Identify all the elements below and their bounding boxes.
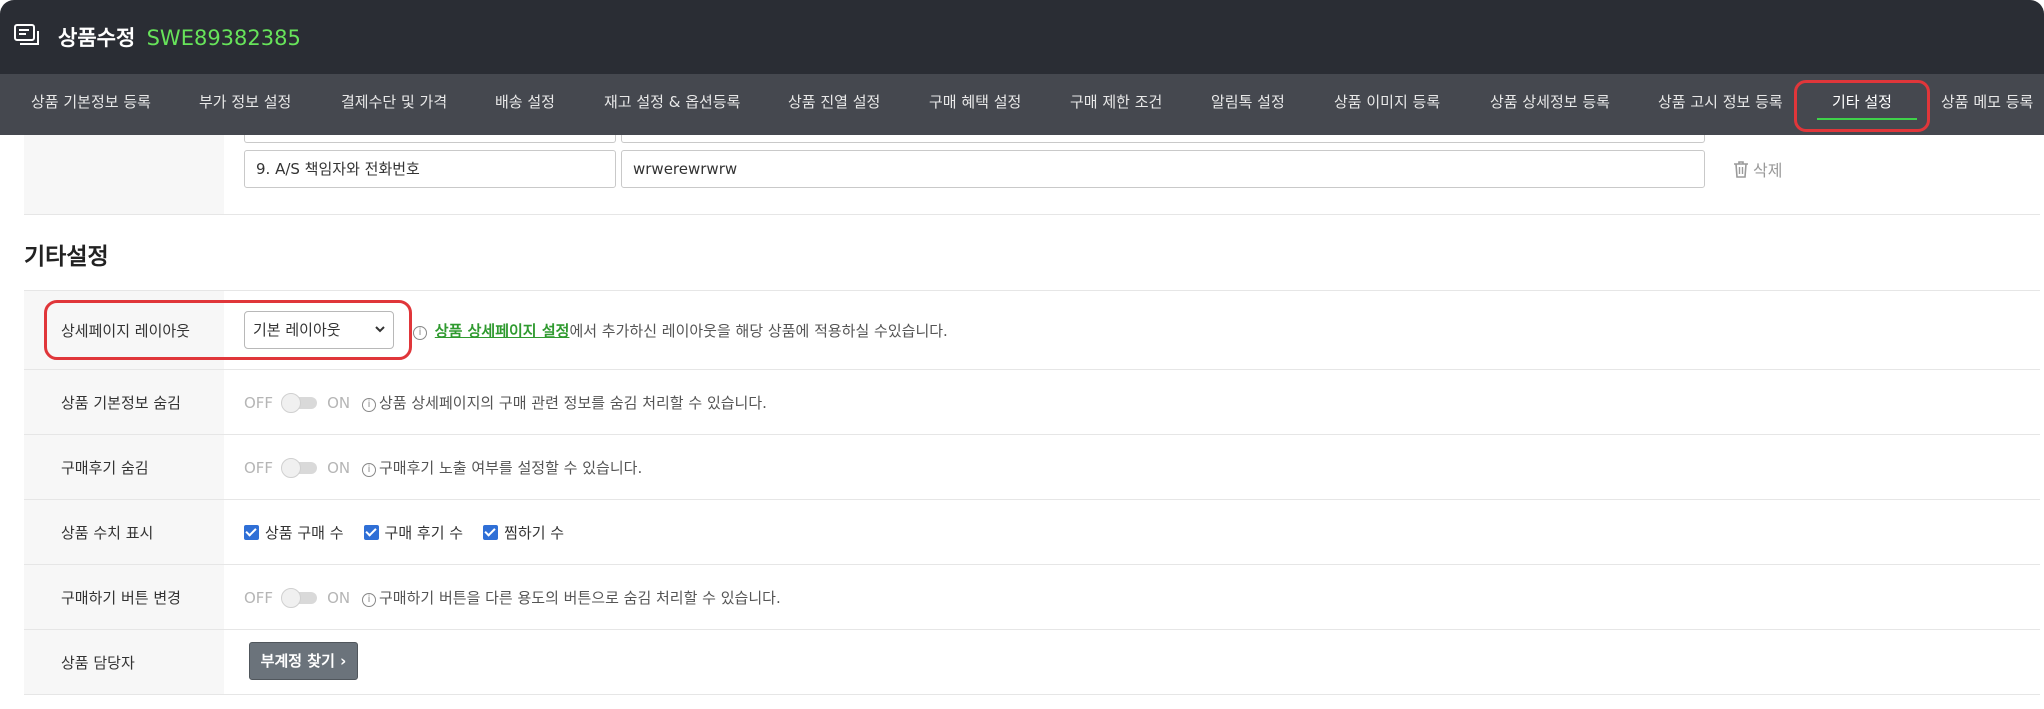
divider xyxy=(24,629,2040,630)
buy-button-toggle-group: OFF ON xyxy=(244,588,350,608)
tab-memo[interactable]: 상품 메모 등록 xyxy=(1941,74,2033,135)
notice-content-field[interactable]: wrwerewrwrw xyxy=(621,150,1705,188)
hide-basic-info-text: 상품 상세페이지의 구매 관련 정보를 숨김 처리할 수 있습니다. xyxy=(379,394,767,412)
info-icon: i xyxy=(413,326,427,340)
hide-basic-toggle[interactable] xyxy=(281,393,318,413)
partial-name-field xyxy=(244,135,616,143)
info-icon: i xyxy=(362,593,376,607)
tab-images[interactable]: 상품 이미지 등록 xyxy=(1334,74,1440,135)
check-label: 구매 후기 수 xyxy=(384,524,464,542)
tab-bar: 상품 기본정보 등록 부가 정보 설정 결제수단 및 가격 배송 설정 재고 설… xyxy=(0,74,2044,135)
page-title: 상품수정 SWE89382385 xyxy=(58,22,301,52)
hide-basic-info: i 상품 상세페이지의 구매 관련 정보를 숨김 처리할 수 있습니다. xyxy=(362,392,767,413)
tab-basic-info[interactable]: 상품 기본정보 등록 xyxy=(31,74,151,135)
hide-review-label: 구매후기 숨김 xyxy=(61,459,149,477)
toggle-knob xyxy=(281,393,302,413)
find-subaccount-button[interactable]: 부계정 찾기 › xyxy=(249,642,358,680)
divider xyxy=(24,290,2040,291)
hide-basic-label: 상품 기본정보 숨김 xyxy=(61,394,181,412)
tab-alimtalk[interactable]: 알림톡 설정 xyxy=(1211,74,1285,135)
divider xyxy=(24,694,2040,695)
info-icon: i xyxy=(362,463,376,477)
divider xyxy=(24,369,2040,370)
toggle-on-label: ON xyxy=(327,459,351,477)
manager-label: 상품 담당자 xyxy=(61,654,135,672)
tab-detail[interactable]: 상품 상세정보 등록 xyxy=(1490,74,1610,135)
check-review-count[interactable]: 구매 후기 수 xyxy=(363,522,464,543)
checkbox-checked[interactable] xyxy=(244,525,259,540)
active-tab-highlight xyxy=(1794,80,1930,132)
trash-icon xyxy=(1734,161,1748,178)
tab-payment[interactable]: 결제수단 및 가격 xyxy=(341,74,447,135)
info-icon: i xyxy=(362,398,376,412)
toggle-on-label: ON xyxy=(327,394,351,412)
tab-stock-options[interactable]: 재고 설정 & 옵션등록 xyxy=(604,74,740,135)
notice-row-label-cell xyxy=(24,135,224,214)
notice-name-field[interactable]: 9. A/S 책임자와 전화번호 xyxy=(244,150,616,188)
divider xyxy=(24,564,2040,565)
title-bar: 상품수정 SWE89382385 xyxy=(0,0,2044,74)
toggle-off-label: OFF xyxy=(244,589,274,607)
divider xyxy=(24,434,2040,435)
divider xyxy=(24,214,2040,215)
stats-label: 상품 수치 표시 xyxy=(61,524,154,542)
toggle-off-label: OFF xyxy=(244,459,274,477)
check-label: 상품 구매 수 xyxy=(265,524,344,542)
delete-button[interactable]: 삭제 xyxy=(1731,158,1782,180)
product-code: SWE89382385 xyxy=(146,26,301,50)
tab-limit[interactable]: 구매 제한 조건 xyxy=(1070,74,1162,135)
partial-content-field xyxy=(621,135,1705,143)
tab-display[interactable]: 상품 진열 설정 xyxy=(788,74,880,135)
hide-review-toggle[interactable] xyxy=(281,458,318,478)
delete-label: 삭제 xyxy=(1753,161,1783,180)
layout-info: i 상품 상세페이지 설정에서 추가하신 레이아웃을 해당 상품에 적용하실 수… xyxy=(413,320,948,341)
section-title: 기타설정 xyxy=(24,244,109,270)
buy-button-label: 구매하기 버튼 변경 xyxy=(61,589,181,607)
buy-button-info: i 구매하기 버튼을 다른 용도의 버튼으로 숨김 처리할 수 있습니다. xyxy=(362,587,781,608)
hide-basic-toggle-group: OFF ON xyxy=(244,393,350,413)
layout-info-text: 에서 추가하신 레이아웃을 해당 상품에 적용하실 수있습니다. xyxy=(569,322,948,340)
toggle-on-label: ON xyxy=(327,589,351,607)
check-wish-count[interactable]: 찜하기 수 xyxy=(483,522,564,543)
checkbox-checked[interactable] xyxy=(483,525,499,540)
tab-notice[interactable]: 상품 고시 정보 등록 xyxy=(1658,74,1783,135)
checkbox-checked[interactable] xyxy=(363,525,379,540)
hide-review-toggle-group: OFF ON xyxy=(244,458,350,478)
buy-button-info-text: 구매하기 버튼을 다른 용도의 버튼으로 숨김 처리할 수 있습니다. xyxy=(379,589,781,607)
layout-highlight xyxy=(44,300,412,360)
tab-benefit[interactable]: 구매 혜택 설정 xyxy=(929,74,1021,135)
hide-review-info: i 구매후기 노출 여부를 설정할 수 있습니다. xyxy=(362,457,642,478)
tab-shipping[interactable]: 배송 설정 xyxy=(495,74,555,135)
buy-button-toggle[interactable] xyxy=(281,588,318,608)
window-icon xyxy=(14,24,39,45)
divider xyxy=(24,499,2040,500)
toggle-knob xyxy=(281,588,302,608)
hide-review-info-text: 구매후기 노출 여부를 설정할 수 있습니다. xyxy=(379,459,643,477)
tab-extra-info[interactable]: 부가 정보 설정 xyxy=(199,74,291,135)
check-purchase-count[interactable]: 상품 구매 수 xyxy=(244,522,344,543)
stats-checkboxes: 상품 구매 수 구매 후기 수 찜하기 수 xyxy=(244,522,584,543)
toggle-knob xyxy=(281,458,302,478)
detail-settings-link[interactable]: 상품 상세페이지 설정 xyxy=(435,322,570,340)
check-label: 찜하기 수 xyxy=(504,524,565,542)
toggle-off-label: OFF xyxy=(244,394,274,412)
page-title-label: 상품수정 xyxy=(58,26,136,50)
